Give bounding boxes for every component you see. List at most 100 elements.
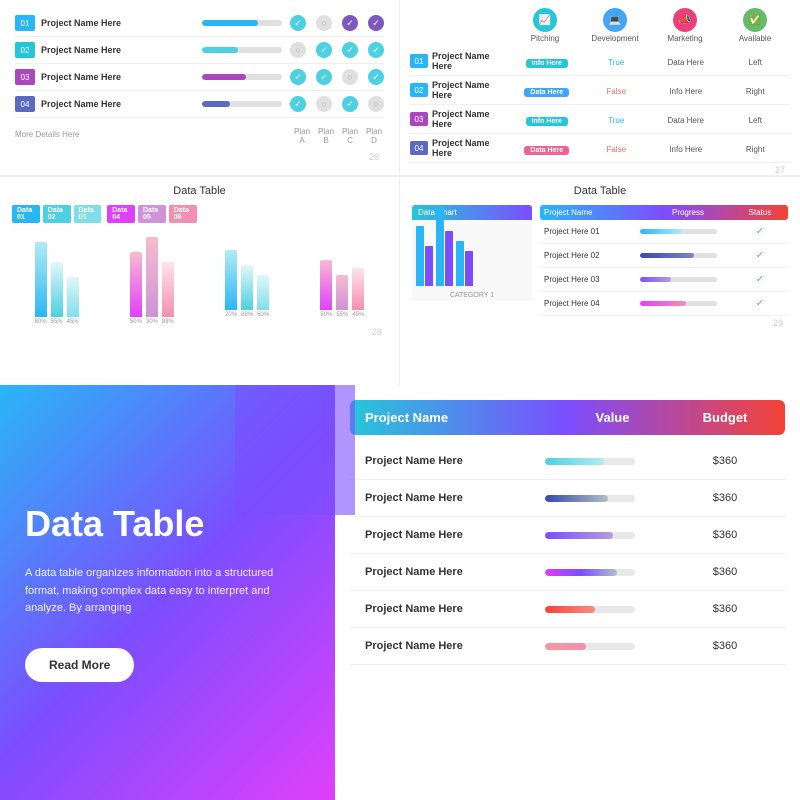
row-value-bar bbox=[545, 458, 680, 465]
row-number: 04 bbox=[15, 96, 35, 112]
bar-track bbox=[545, 458, 635, 465]
bar-visual bbox=[241, 265, 253, 310]
bar-visual bbox=[162, 262, 174, 317]
bar-item bbox=[352, 268, 364, 310]
bar-item bbox=[146, 237, 158, 317]
middle-left-panel: Data Table Data 01 Data 02 Data 03 bbox=[0, 177, 400, 385]
table-row: 01 Project Name Here ✓ ○ ✓ ✓ bbox=[15, 10, 384, 37]
chart-pct: 30% bbox=[146, 319, 158, 325]
section-title: Data Table bbox=[412, 185, 788, 197]
cell-text: Left bbox=[749, 116, 762, 125]
mini-chart: Data Chart bbox=[412, 205, 532, 316]
row-value-bar bbox=[545, 569, 680, 576]
progress-table: Project Name Progress Status Project Her… bbox=[540, 205, 788, 316]
matrix-header: 📈 Pitching 💻 Development 📣 Marketing ✅ A… bbox=[410, 8, 790, 43]
cell-text: Right bbox=[746, 145, 765, 154]
row-project-name: Project Name Here bbox=[365, 603, 545, 615]
bar-visual bbox=[35, 242, 47, 317]
big-table-row: Project Name Here $360 bbox=[350, 443, 785, 480]
row-status: ✓ bbox=[736, 274, 784, 285]
bars-row bbox=[35, 227, 79, 317]
marketing-icon: 📣 bbox=[673, 8, 697, 32]
bar-item bbox=[130, 252, 142, 317]
check-icon: ○ bbox=[342, 69, 358, 85]
chart-label: Data 04 bbox=[107, 205, 135, 223]
row-bar bbox=[640, 277, 736, 282]
bar-item bbox=[336, 275, 348, 310]
row-project-name: Project Name Here bbox=[365, 455, 545, 467]
read-more-button[interactable]: Read More bbox=[25, 648, 134, 682]
chart-pct: 50% bbox=[320, 312, 332, 318]
matrix-cell: False bbox=[582, 81, 652, 99]
check-icon: ○ bbox=[290, 42, 306, 58]
bar-visual bbox=[67, 277, 79, 317]
row-number: 03 bbox=[15, 69, 35, 85]
matrix-cell: Info Here bbox=[512, 52, 582, 70]
check-icon: ✓ bbox=[342, 15, 358, 31]
row-value-bar bbox=[545, 495, 680, 502]
matrix-cell: Data Here bbox=[512, 139, 582, 157]
cell-text: Info Here bbox=[669, 145, 702, 154]
page-wrapper: 01 Project Name Here ✓ ○ ✓ ✓ 02 Project … bbox=[0, 0, 800, 800]
row-budget: $360 bbox=[680, 603, 770, 615]
bar-fill bbox=[640, 253, 694, 258]
project-name: Project Name Here bbox=[41, 45, 202, 55]
bar-item bbox=[162, 262, 174, 317]
cell-text: True bbox=[608, 116, 624, 125]
cell-badge: Data Here bbox=[524, 146, 569, 155]
bar-visual bbox=[352, 268, 364, 310]
bar-visual bbox=[257, 275, 269, 310]
progress-table-header: Project Name Progress Status bbox=[540, 205, 788, 220]
plan-c-label: Plan C bbox=[342, 127, 358, 145]
matrix-cell: Left bbox=[721, 110, 791, 128]
cell-text: Right bbox=[746, 87, 765, 96]
chart-bottom-labels: 50% 55% 45% bbox=[320, 312, 364, 318]
row-project-name: Project Name Here bbox=[365, 640, 545, 652]
matrix-row: 01 Project Name Here Info Here True Data… bbox=[410, 47, 790, 76]
bars-row bbox=[130, 227, 174, 317]
matrix-cell: Info Here bbox=[651, 81, 721, 99]
big-table-row: Project Name Here $360 bbox=[350, 554, 785, 591]
row-number: 02 bbox=[15, 42, 35, 58]
chart-pct: 45% bbox=[67, 319, 79, 325]
mini-bar bbox=[436, 206, 444, 286]
chart-bottom-labels: 20% 88% 60% bbox=[225, 312, 269, 318]
plan-d-label: Plan D bbox=[366, 127, 382, 145]
bar-track bbox=[640, 229, 717, 234]
progress-bar bbox=[202, 101, 282, 107]
row-budget: $360 bbox=[680, 492, 770, 504]
chart-label: D bbox=[335, 205, 350, 216]
middle-right-panel: Data Table Data Chart bbox=[400, 177, 800, 385]
cell-badge: Info Here bbox=[526, 59, 568, 68]
check-icons: ✓ ✓ ○ ✓ bbox=[290, 69, 384, 85]
mini-chart-category: CATEGORY 1 bbox=[412, 290, 532, 301]
chart-pct: 20% bbox=[225, 312, 237, 318]
table-footer-row: More Details Here Plan A Plan B Plan C P… bbox=[15, 118, 384, 150]
row-budget: $360 bbox=[680, 529, 770, 541]
bar-item bbox=[35, 242, 47, 317]
bar-track bbox=[640, 277, 717, 282]
big-table-row: Project Name Here $360 bbox=[350, 591, 785, 628]
row-name: Project Name Here bbox=[432, 109, 512, 129]
check-icon: ○ bbox=[316, 96, 332, 112]
row-name: Project Name Here bbox=[432, 51, 512, 71]
cell-text: Data Here bbox=[668, 116, 704, 125]
progress-row: Project Here 04 ✓ bbox=[540, 292, 788, 316]
check-icon: ✓ bbox=[290, 15, 306, 31]
plan-a-label: Plan A bbox=[294, 127, 310, 145]
check-icon: ✓ bbox=[368, 15, 384, 31]
comparison-panel: 01 Project Name Here ✓ ○ ✓ ✓ 02 Project … bbox=[0, 0, 400, 175]
row-budget: $360 bbox=[680, 566, 770, 578]
row-name: Project Name Here bbox=[432, 138, 512, 158]
chart-label: D bbox=[240, 205, 255, 216]
bar-track bbox=[545, 643, 635, 650]
chart-label: Data 01 bbox=[12, 205, 40, 223]
bar-fill bbox=[202, 101, 230, 107]
check-icon: ✓ bbox=[290, 96, 306, 112]
col-label: Marketing bbox=[667, 34, 702, 43]
bottom-left-section: Data Table A data table organizes inform… bbox=[0, 385, 335, 800]
mini-bar bbox=[425, 246, 433, 286]
matrix-cell: Right bbox=[721, 139, 791, 157]
row-project-name: Project Name Here bbox=[365, 529, 545, 541]
bar-visual bbox=[225, 250, 237, 310]
